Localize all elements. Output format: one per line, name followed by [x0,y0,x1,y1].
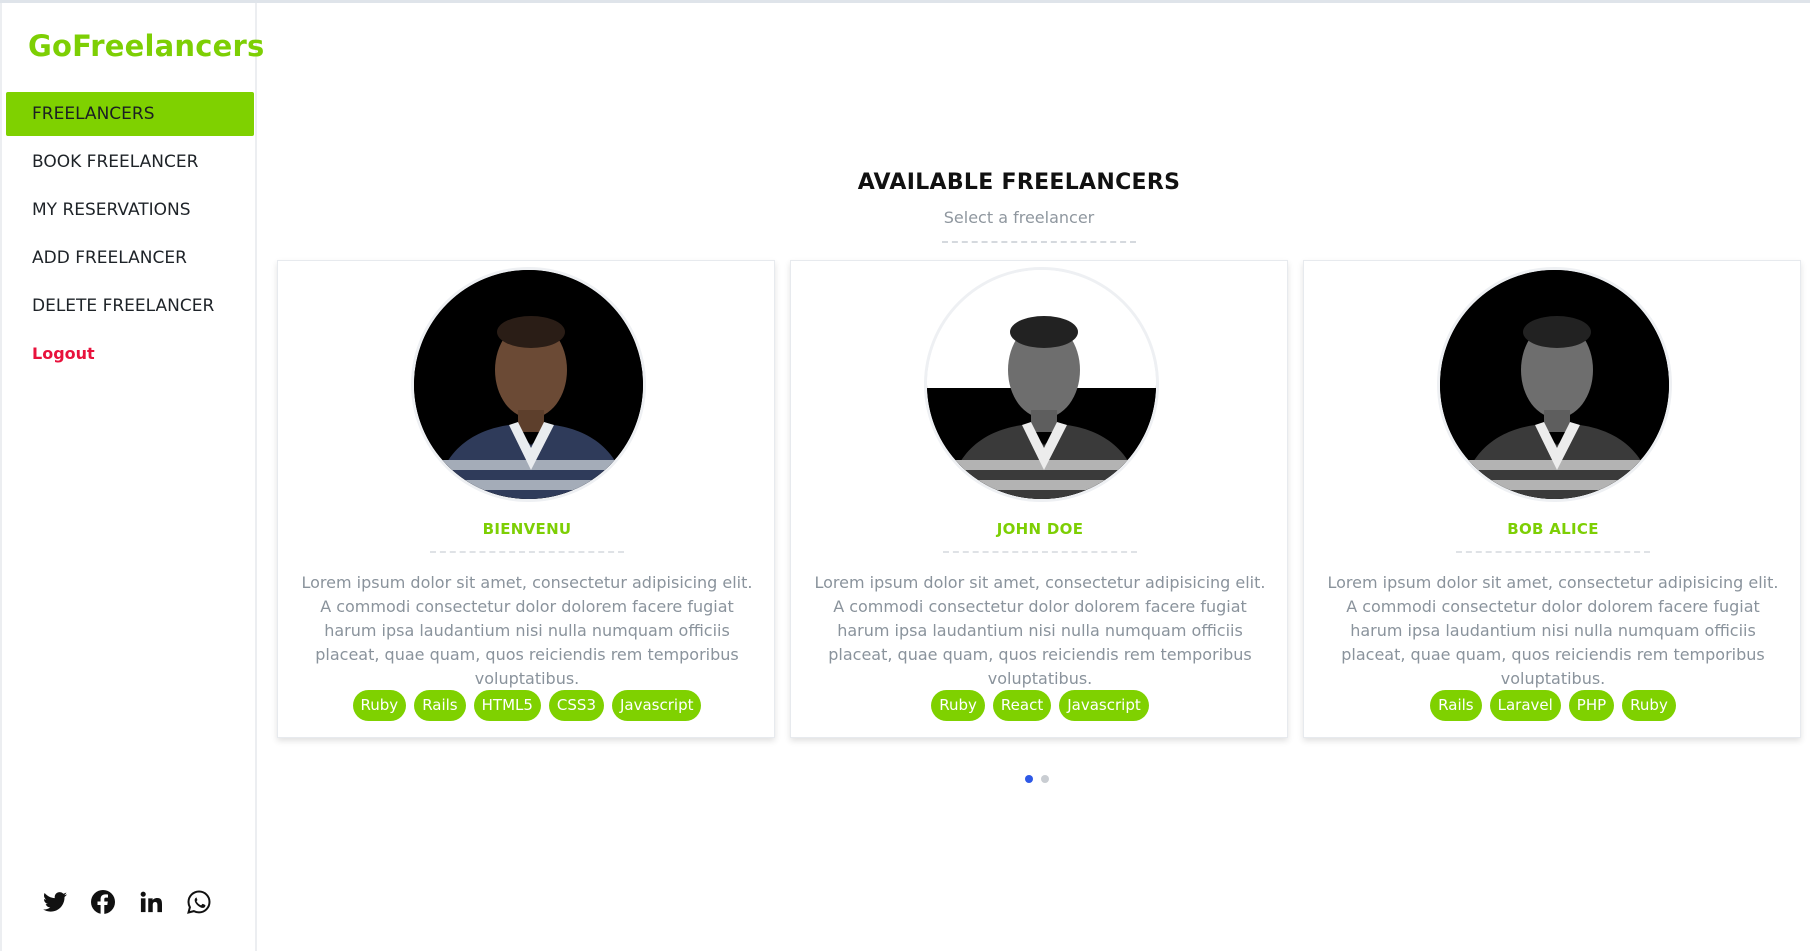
name-divider [943,551,1137,553]
skill-tag: Laravel [1489,690,1561,721]
skill-tag: Javascript [611,690,702,721]
freelancer-card[interactable]: JOHN DOE Lorem ipsum dolor sit amet, con… [790,260,1288,738]
skill-tag: Ruby [931,690,985,721]
freelancer-name: BIENVENU [482,520,572,538]
skill-tag: CSS3 [548,690,604,721]
skill-tag: Ruby [1622,690,1676,721]
page-subtitle: Select a freelancer [943,208,1095,227]
avatar [1437,267,1672,502]
skill-tags: Ruby Rails HTML5 CSS3 Javascript [278,690,776,721]
nav-item-book-freelancer[interactable]: BOOK FREELANCER [6,140,254,184]
linkedin-icon[interactable] [138,889,164,915]
freelancer-name: JOHN DOE [996,520,1084,538]
freelancer-description: Lorem ipsum dolor sit amet, consectetur … [301,573,753,688]
main-content: AVAILABLE FREELANCERS Select a freelance… [259,3,1810,951]
nav-item-my-reservations[interactable]: MY RESERVATIONS [6,188,254,232]
freelancer-description: Lorem ipsum dolor sit amet, consectetur … [814,573,1266,688]
logout-link[interactable]: Logout [6,332,254,376]
freelancer-description: Lorem ipsum dolor sit amet, consectetur … [1327,573,1779,688]
carousel-pagination [1025,775,1049,783]
name-divider [430,551,624,553]
skill-tag: Ruby [352,690,407,721]
skill-tag: Javascript [1059,690,1149,721]
nav-item-add-freelancer[interactable]: ADD FREELANCER [6,236,254,280]
freelancer-name: BOB ALICE [1507,520,1599,538]
page-title: AVAILABLE FREELANCERS [857,170,1181,195]
social-links [42,889,212,915]
skill-tags: Rails Laravel PHP Ruby [1304,690,1802,721]
freelancer-card[interactable]: BOB ALICE Lorem ipsum dolor sit amet, co… [1303,260,1801,738]
whatsapp-icon[interactable] [186,889,212,915]
brand-logo[interactable]: GoFreelancers [28,29,265,63]
skill-tag: React [992,690,1052,721]
skill-tag: HTML5 [473,690,541,721]
avatar [411,267,646,502]
name-divider [1456,551,1650,553]
nav-item-freelancers[interactable]: FREELANCERS [6,92,254,136]
carousel-dot[interactable] [1041,775,1049,783]
carousel-dot-active[interactable] [1025,775,1033,783]
avatar [924,267,1159,502]
freelancer-card[interactable]: BIENVENU Lorem ipsum dolor sit amet, con… [277,260,775,738]
skill-tag: PHP [1568,690,1615,721]
nav-item-delete-freelancer[interactable]: DELETE FREELANCER [6,284,254,328]
subtitle-divider [942,241,1136,243]
sidebar: GoFreelancers FREELANCERS BOOK FREELANCE… [0,3,264,951]
twitter-icon[interactable] [42,889,68,915]
facebook-icon[interactable] [90,889,116,915]
skill-tag: Rails [1430,690,1482,721]
skill-tag: Rails [414,690,466,721]
sidebar-nav: FREELANCERS BOOK FREELANCER MY RESERVATI… [6,92,254,380]
skill-tags: Ruby React Javascript [791,690,1289,721]
